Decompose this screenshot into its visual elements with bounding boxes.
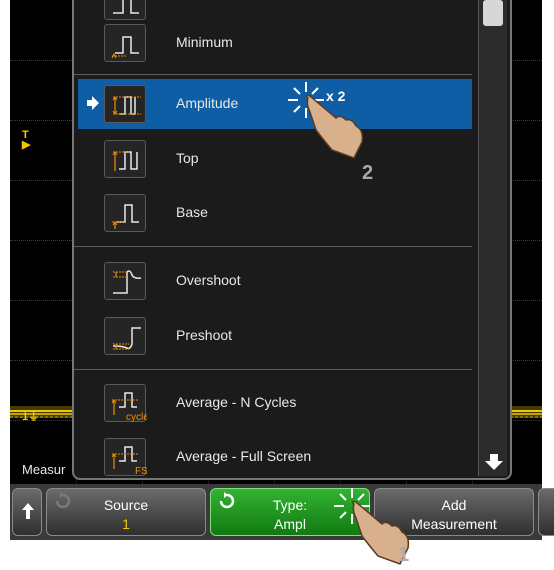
list-item-base[interactable]: Base — [78, 188, 472, 238]
overshoot-measure-icon — [104, 262, 146, 300]
list-item-overshoot[interactable]: Overshoot — [78, 256, 472, 306]
channel1-ground-marker[interactable]: 1⏚ — [22, 408, 39, 424]
up-arrow-icon — [22, 503, 34, 519]
softkey-bar: Source 1 Type: Ampl Add Measurement — [10, 484, 554, 540]
list-item-label: Average - N Cycles — [176, 394, 297, 410]
list-item-label: Preshoot — [176, 327, 233, 343]
scroll-down-arrow-icon[interactable] — [483, 452, 505, 472]
softkey-label: Source — [103, 497, 149, 513]
list-item-label: Amplitude — [176, 95, 239, 111]
list-scrollbar[interactable] — [478, 0, 507, 476]
fs-tag: FS — [135, 466, 147, 477]
tap-hand-icon — [288, 82, 364, 159]
trigger-level-marker[interactable]: T ▶ — [22, 130, 31, 151]
list-item-average-full-screen[interactable]: FS Average - Full Screen — [78, 432, 472, 478]
list-item-label: Top — [176, 150, 199, 166]
cycle-tag: cycle — [126, 412, 147, 423]
measure-menu-label: Measur — [22, 462, 66, 477]
back-up-button[interactable] — [12, 488, 42, 536]
measure-thumbnail-icon — [104, 0, 146, 20]
average-n-cycles-icon: cycle — [104, 384, 147, 423]
list-item-minimum[interactable]: Minimum — [78, 18, 472, 68]
list-item-label: Base — [176, 204, 208, 220]
callout-2: 2 — [362, 162, 374, 184]
softkey-value: 1 — [122, 516, 130, 532]
preshoot-measure-icon — [104, 317, 146, 355]
list-separator — [74, 369, 472, 370]
trigger-arrow-icon: ▶ — [22, 139, 31, 151]
next-softkey-partial[interactable] — [538, 488, 554, 536]
list-item-label: Minimum — [176, 34, 233, 50]
minimum-measure-icon — [104, 24, 146, 62]
base-measure-icon — [104, 194, 146, 232]
top-measure-icon — [104, 140, 146, 178]
list-separator — [74, 74, 472, 75]
average-full-screen-icon: FS — [104, 438, 147, 477]
callout-1: 1 — [398, 544, 410, 566]
list-item-label: Overshoot — [176, 272, 241, 288]
tap-count-label: x 2 — [326, 88, 346, 104]
scrollbar-thumb[interactable] — [483, 0, 503, 26]
ground-arrow-icon: ⏚ — [28, 411, 40, 423]
source-softkey[interactable]: Source 1 — [46, 488, 206, 536]
amplitude-measure-icon — [104, 85, 146, 123]
list-item-preshoot[interactable]: Preshoot — [78, 311, 472, 361]
measurement-type-list[interactable]: Minimum Amplitude Top Base Overshoot Pre… — [72, 0, 512, 480]
list-item-average-n-cycles[interactable]: cycle Average - N Cycles — [78, 378, 472, 428]
list-item-label: Average - Full Screen — [176, 448, 312, 464]
list-separator — [74, 246, 472, 247]
selected-arrow-icon — [87, 96, 99, 110]
